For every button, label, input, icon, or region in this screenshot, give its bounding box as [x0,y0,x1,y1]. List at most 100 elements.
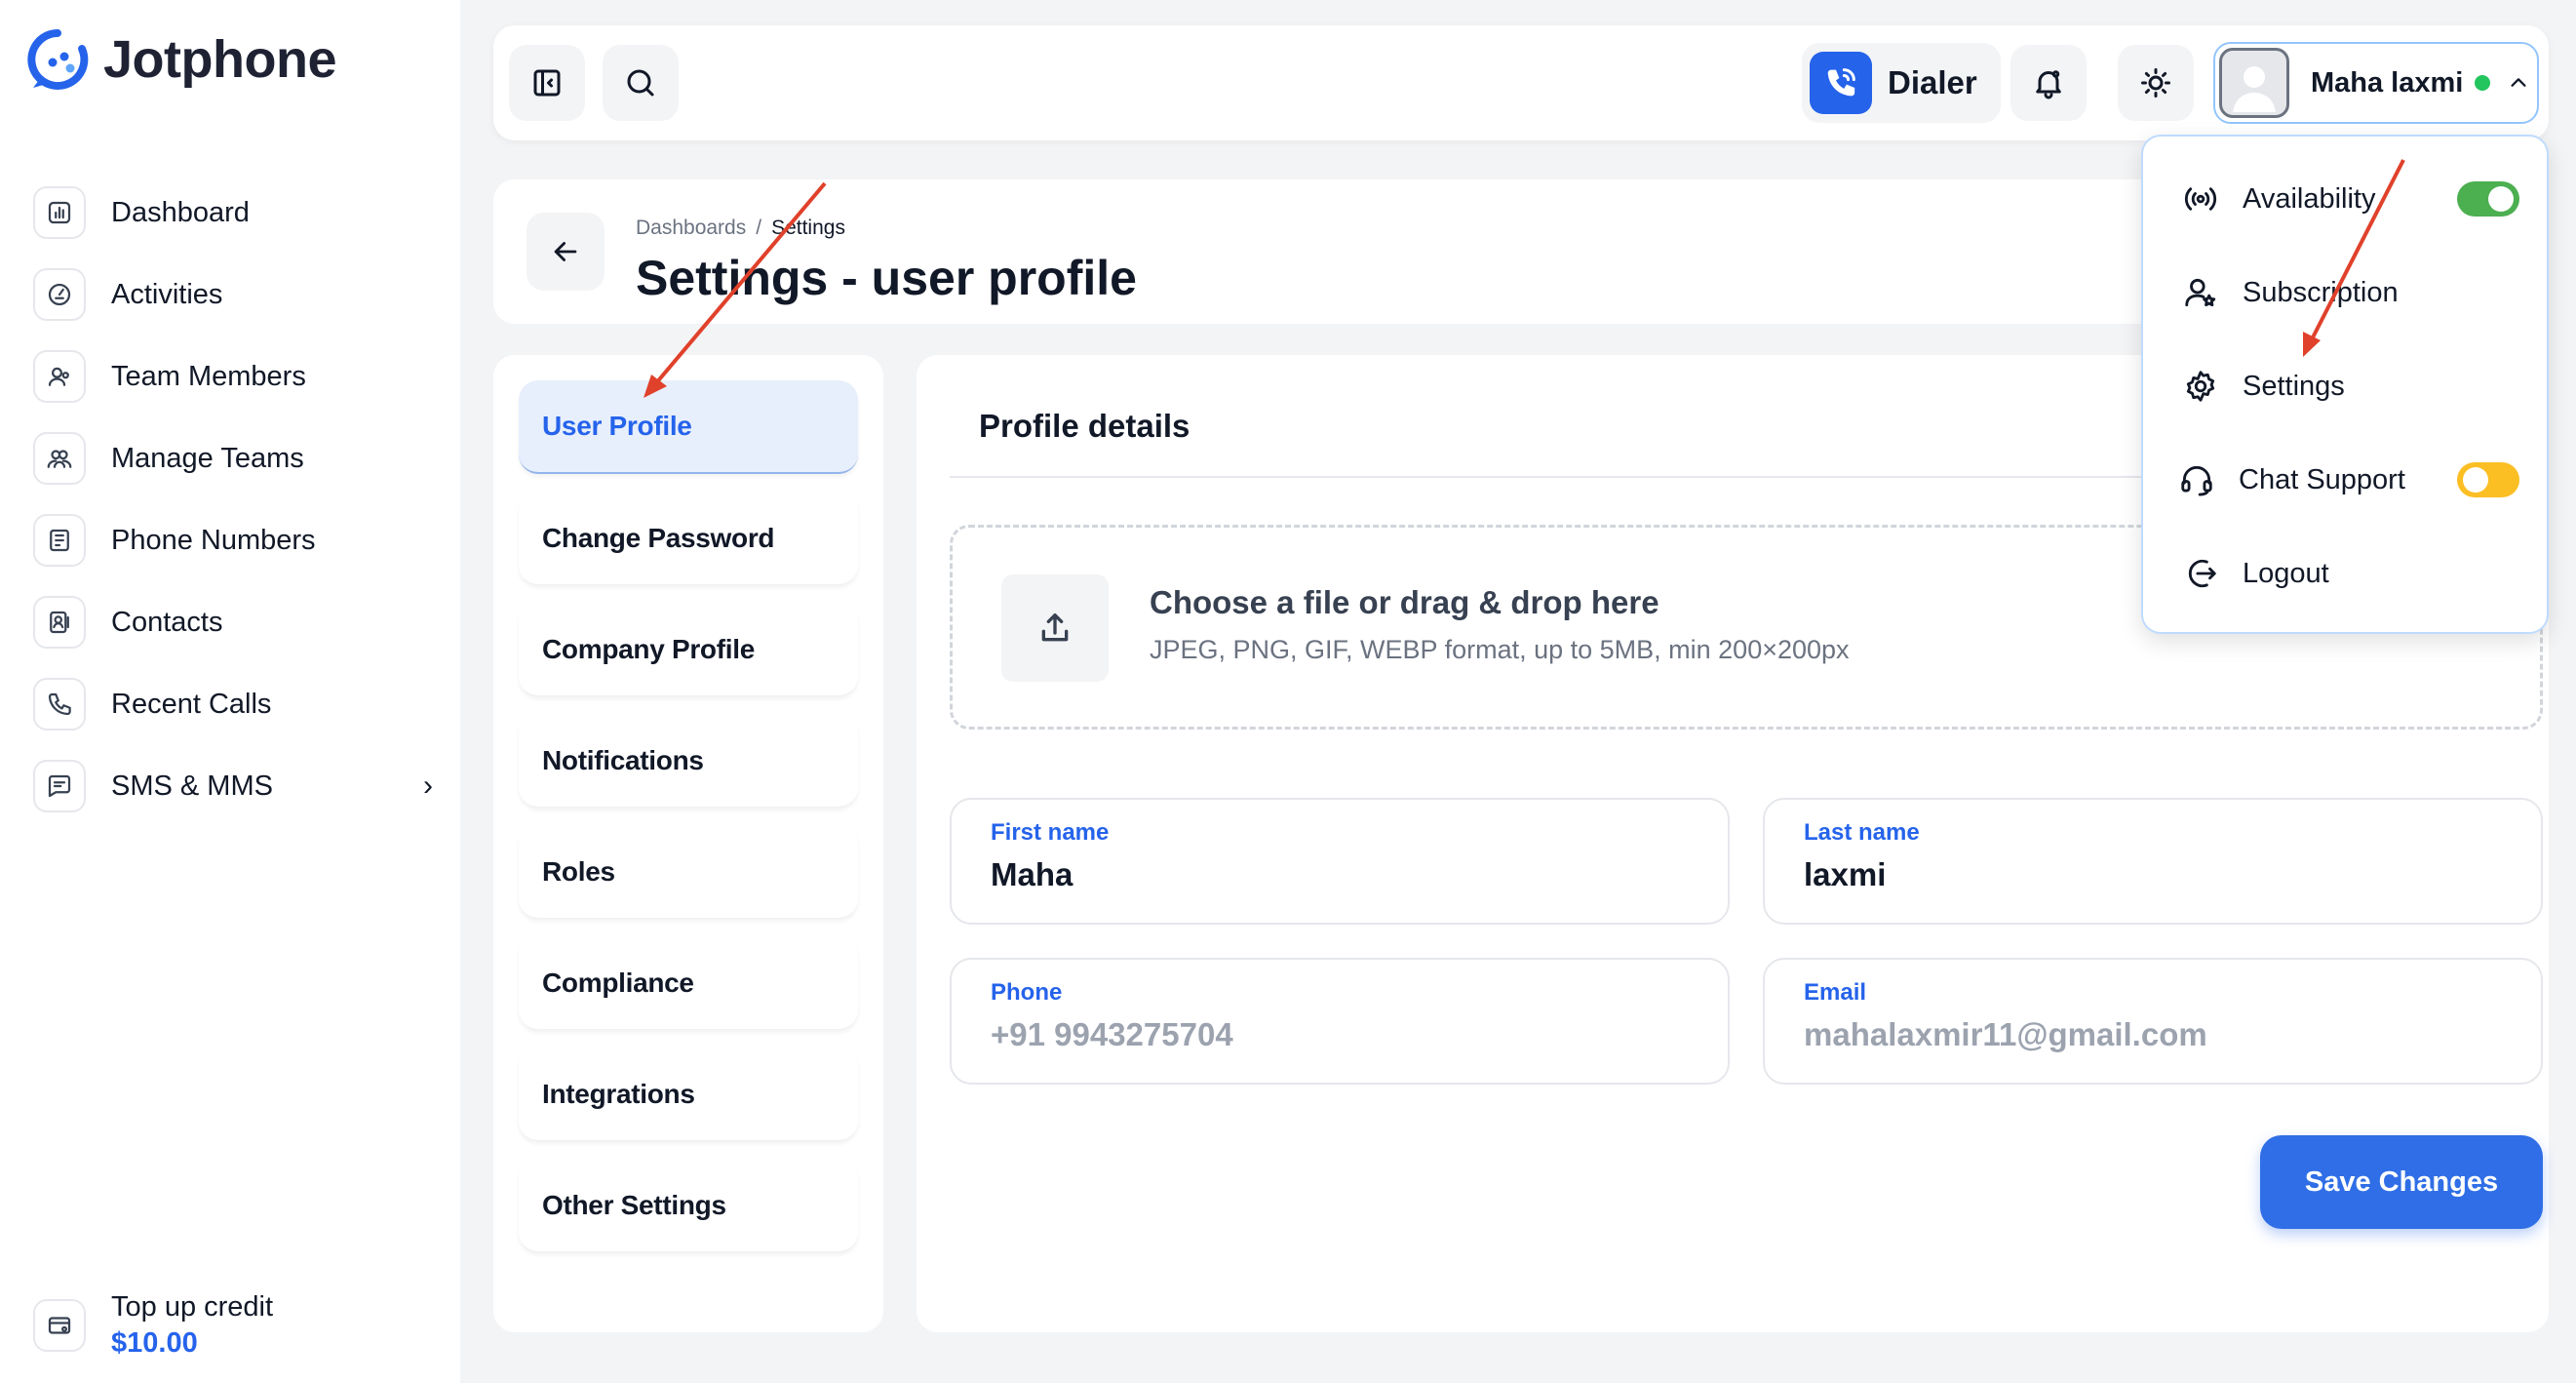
breadcrumb-dashboards[interactable]: Dashboards [636,217,746,239]
sidebar-item-phone-numbers[interactable]: Phone Numbers [33,499,433,581]
user-star-icon [2185,278,2216,307]
sidebar-item-label: Contacts [111,606,223,638]
top-bar: Dialer Maha laxmi [493,25,2549,140]
menu-item-chat-support[interactable]: Chat Support [2178,451,2519,509]
menu-item-label: Availability [2243,182,2376,215]
notifications-button[interactable] [2010,45,2087,121]
upload-title: Choose a file or drag & drop here [1150,584,1659,620]
sidebar-item-label: Dashboard [111,196,250,228]
settings-tab-notifications[interactable]: Notifications [519,714,858,808]
menu-item-label: Logout [2243,557,2329,589]
logout-icon [2188,559,2216,588]
settings-menu: User Profile Change Password Company Pro… [493,355,883,1332]
availability-toggle[interactable] [2457,181,2519,217]
user-menu-button[interactable]: Maha laxmi [2213,42,2539,124]
back-button[interactable] [527,213,605,291]
chevron-right-icon: › [423,770,433,802]
settings-tab-change-password[interactable]: Change Password [519,492,858,585]
dialer-phone-icon [1810,52,1872,114]
credit-amount: $10.00 [111,1327,198,1359]
sidebar-item-recent-calls[interactable]: Recent Calls [33,663,433,745]
dialer-button[interactable]: Dialer [1802,43,2001,123]
theme-toggle-button[interactable] [2118,45,2194,121]
profile-details-title: Profile details [979,408,1190,444]
activity-icon [33,268,86,321]
menu-item-label: Subscription [2243,276,2399,308]
sidebar-item-label: Recent Calls [111,688,272,720]
phone-value: +91 9943275704 [991,1016,1233,1052]
toggle-sidebar-button[interactable] [509,45,585,121]
first-name-value: Maha [991,856,1073,892]
chart-icon [33,186,86,239]
sidebar-item-activities[interactable]: Activities [33,254,433,336]
search-icon [627,69,654,97]
save-changes-button[interactable]: Save Changes [2260,1135,2543,1229]
online-status-dot [2475,75,2491,91]
sidebar-item-team-members[interactable]: Team Members [33,336,433,417]
recent-calls-icon [33,678,86,731]
page-title: Settings - user profile [636,251,1137,305]
top-up-credit[interactable]: Top up credit $10.00 [33,1291,273,1360]
arrow-left-icon [554,242,577,261]
settings-tab-company-profile[interactable]: Company Profile [519,603,858,696]
gear-icon [2186,371,2215,402]
last-name-field[interactable]: Last name laxmi [1763,798,2543,925]
sidebar-item-label: Phone Numbers [111,524,316,556]
chevron-up-icon [2511,78,2526,87]
app-name: Jotphone [103,30,336,89]
menu-item-subscription[interactable]: Subscription [2182,263,2514,322]
settings-tab-integrations[interactable]: Integrations [519,1047,858,1141]
user-avatar-icon [2233,66,2276,112]
phone-numbers-icon [33,514,86,567]
menu-item-settings[interactable]: Settings [2182,357,2514,415]
search-button[interactable] [603,45,679,121]
sidebar-item-label: Activities [111,278,223,310]
sidebar-item-label: SMS & MMS [111,770,273,802]
menu-item-label: Settings [2243,370,2345,402]
email-label: Email [1804,979,1867,1006]
phone-field[interactable]: Phone +91 9943275704 [950,958,1730,1085]
first-name-label: First name [991,819,1110,846]
logo[interactable]: Jotphone [25,27,336,92]
email-field[interactable]: Email mahalaxmir11@gmail.com [1763,958,2543,1085]
user-name: Maha laxmi [2311,66,2464,99]
sidebar-item-contacts[interactable]: Contacts [33,581,433,663]
sidebar-item-label: Team Members [111,360,306,392]
menu-item-availability[interactable]: Availability [2182,170,2519,228]
sidebar: Jotphone Dashboard Activities Team Membe… [0,0,460,1383]
team-member-icon [33,350,86,403]
phone-label: Phone [991,979,1063,1006]
sidebar-item-sms-mms[interactable]: SMS & MMS › [33,745,433,827]
sidebar-nav: Dashboard Activities Team Members Manage… [33,172,433,827]
last-name-value: laxmi [1804,856,1887,892]
broadcast-icon [2184,187,2217,211]
settings-tab-compliance[interactable]: Compliance [519,936,858,1030]
avatar [2219,48,2289,118]
settings-tab-roles[interactable]: Roles [519,825,858,919]
settings-tab-user-profile[interactable]: User Profile [519,380,858,474]
menu-item-label: Chat Support [2239,463,2405,495]
settings-tab-other-settings[interactable]: Other Settings [519,1159,858,1252]
contacts-icon [33,596,86,649]
breadcrumb-settings: Settings [771,217,845,239]
sun-icon [2141,68,2170,98]
upload-icon [1001,574,1109,682]
sidebar-item-manage-teams[interactable]: Manage Teams [33,417,433,499]
last-name-label: Last name [1804,819,1920,846]
headset-icon [2181,465,2212,496]
email-value: mahalaxmir11@gmail.com [1804,1016,2207,1052]
sidebar-item-dashboard[interactable]: Dashboard [33,172,433,254]
dialer-label: Dialer [1888,64,1977,100]
bell-icon [2036,70,2061,99]
menu-item-logout[interactable]: Logout [2182,544,2514,603]
first-name-field[interactable]: First name Maha [950,798,1730,925]
upload-hint: JPEG, PNG, GIF, WEBP format, up to 5MB, … [1150,635,1850,664]
breadcrumb: Dashboards / Settings [636,217,845,239]
wallet-icon [33,1299,86,1352]
jotphone-logo-icon [27,29,89,90]
top-up-credit-label: Top up credit [111,1291,274,1323]
chat-support-toggle[interactable] [2457,462,2519,497]
teams-icon [33,432,86,485]
sidebar-collapse-icon [533,69,561,97]
user-dropdown-menu: Availability Subscription Settings Chat … [2141,135,2549,634]
